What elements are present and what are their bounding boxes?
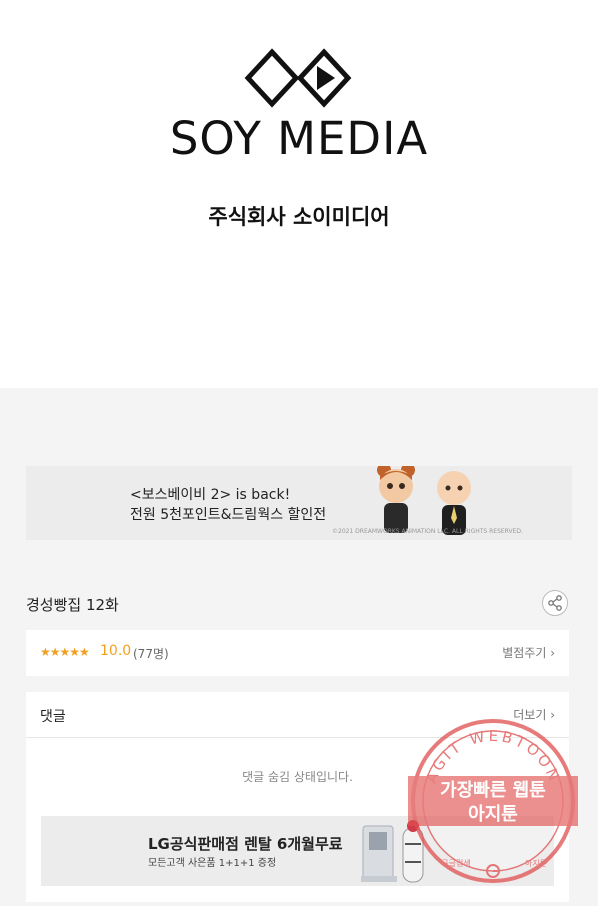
share-icon xyxy=(548,595,562,611)
rating-stars: ★★★★★ xyxy=(40,645,90,659)
episode-title: 경성빵집 12화 xyxy=(26,596,119,614)
company-name: 주식회사 소이미디어 xyxy=(208,205,390,229)
share-button[interactable] xyxy=(542,590,568,616)
banner-line-2: 전원 5천포인트&드림웍스 할인전 xyxy=(130,507,327,523)
rating-score: 10.0 xyxy=(100,643,132,659)
promo-banner[interactable]: <보스베이비 2> is back! 전원 5천포인트&드림웍스 할인전 ©20… xyxy=(26,466,572,540)
soy-media-logo xyxy=(0,48,598,110)
rating-box: ★★★★★ 10.0 (77명) 별점주기 › xyxy=(26,630,569,676)
rating-count: (77명) xyxy=(133,647,169,661)
ad-subtitle: 모든고객 사은품 1+1+1 증정 xyxy=(148,858,277,869)
ad-title: LG공식판매점 렌탈 6개월무료 xyxy=(148,835,343,853)
header-section: SOY MEDIA 주식회사 소이미디어 xyxy=(0,0,598,388)
agit-webtoon-watermark: AGIT WEBTOON 가장빠른 웹툰 아지툰 구글검색 아지툰 xyxy=(408,719,578,883)
diamond-logo-icon xyxy=(244,48,352,108)
rate-button[interactable]: 별점주기 › xyxy=(502,644,555,661)
watermark-line-1: 가장빠른 웹툰 xyxy=(440,780,546,801)
banner-line-1: <보스베이비 2> is back! xyxy=(130,487,291,503)
watermark-line-2: 아지툰 xyxy=(468,804,518,825)
watermark-foot-left: 구글검색 xyxy=(441,858,470,868)
banner-caption: ©2021 DREAMWORKS ANIMATION LLC. ALL RIGH… xyxy=(332,528,523,535)
comments-title: 댓글 xyxy=(40,709,66,725)
watermark-foot-right: 아지툰 xyxy=(525,858,547,868)
brand-name: SOY MEDIA xyxy=(169,112,429,165)
